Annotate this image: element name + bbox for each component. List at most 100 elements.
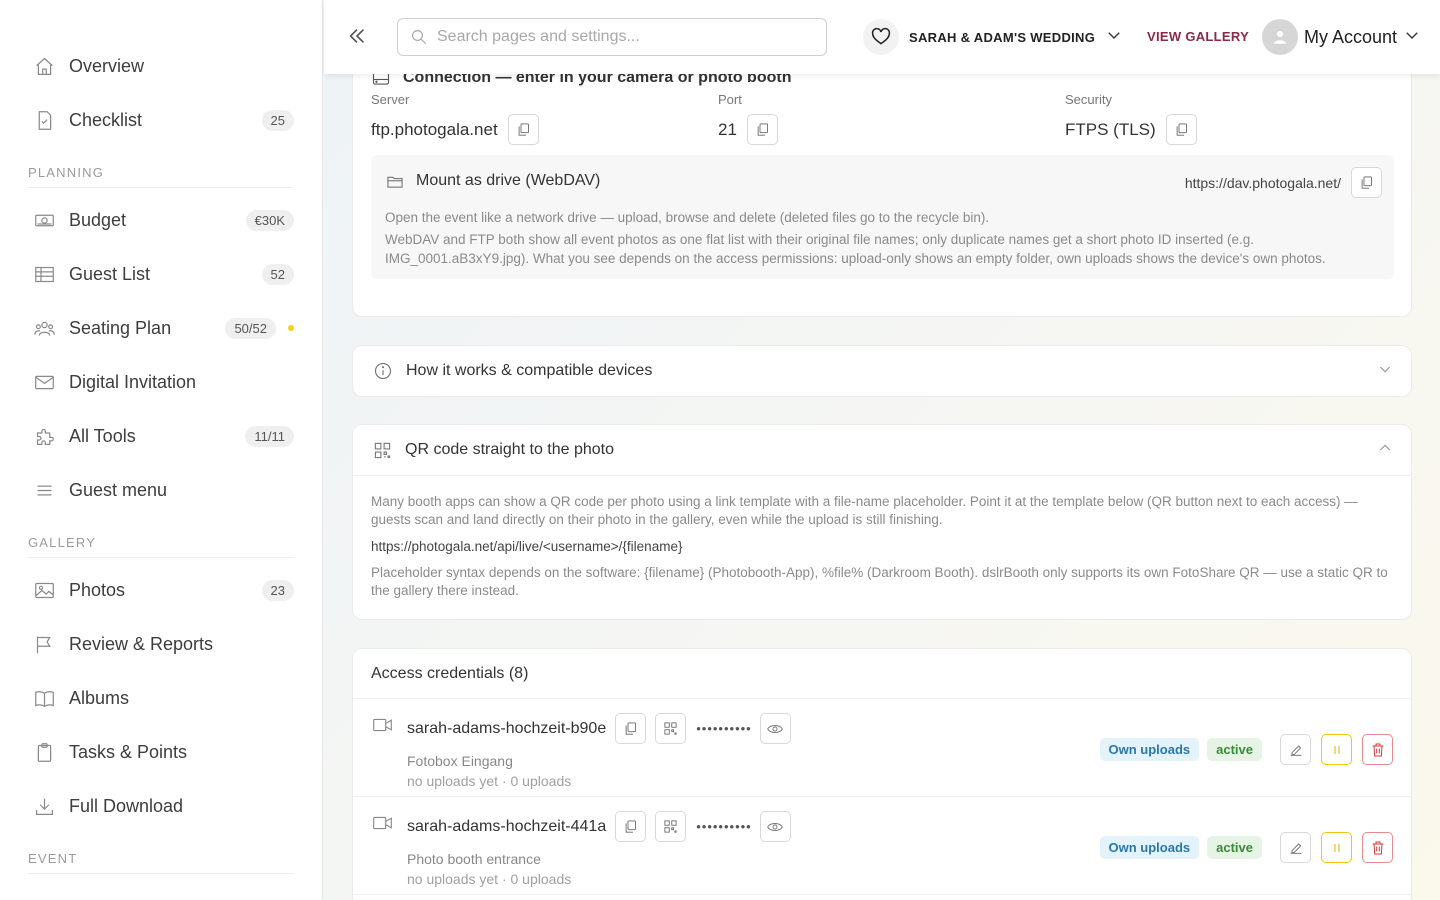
reveal-password-button[interactable] [759,811,791,842]
how-it-works-accordion[interactable]: How it works & compatible devices [352,345,1412,397]
table-icon [33,263,55,285]
credential-upload-meta: no uploads yet · 0 uploads [407,871,572,887]
copy-icon [518,123,529,136]
credential-row: sarah-adams-hochzeit-441a •••••••••• Pho… [353,797,1411,895]
search-box[interactable] [397,18,827,56]
security-value: FTPS (TLS) [1065,119,1156,139]
sidebar-item-guest-menu[interactable]: Guest menu [28,463,294,517]
pause-icon [1334,843,1339,852]
webdav-text-1: Open the event like a network drive — up… [385,210,990,225]
sidebar-item-guest-list[interactable]: Guest List 52 [28,247,294,301]
copy-security-button[interactable] [1165,114,1197,145]
mail-icon [33,371,55,393]
sidebar-item-review-reports[interactable]: Review & Reports [28,617,294,671]
count-badge: €30K [245,209,294,231]
chevron-down-icon [1377,361,1393,382]
credential-username: sarah-adams-hochzeit-b90e [407,719,607,737]
status-badge: active [1207,738,1262,761]
edit-button[interactable] [1280,832,1311,863]
menu-icon [33,479,55,501]
qr-link-template: https://photogala.net/api/live/<username… [371,539,683,554]
sidebar-item-label: Overview [69,55,145,76]
credential-username: sarah-adams-hochzeit-441a [407,817,607,835]
sidebar-item-tasks-points[interactable]: Tasks & Points [28,725,294,779]
sidebar: Overview Checklist 25 PLANNING Budget €3… [0,0,323,900]
sidebar-item-albums[interactable]: Albums [28,671,294,725]
server-value: ftp.photogala.net [371,119,498,139]
section-heading-gallery: GALLERY [28,527,294,558]
sidebar-item-checklist[interactable]: Checklist 25 [28,93,294,147]
copy-port-button[interactable] [746,114,778,145]
account-menu[interactable]: My Account [1262,18,1421,56]
avatar [1262,19,1298,55]
server-label: Server [371,92,410,107]
sidebar-item-label: Guest List [69,263,151,284]
search-input[interactable] [437,28,797,46]
delete-button[interactable] [1362,832,1393,863]
qr-accordion: QR code straight to the photo Many booth… [352,424,1412,620]
sidebar-item-label: Tasks & Points [69,741,188,762]
copy-username-button[interactable] [615,713,647,744]
count-badge: 52 [261,263,294,285]
sidebar-item-label: Digital Invitation [69,371,197,392]
webdav-title-text: Mount as drive (WebDAV) [416,172,601,189]
credentials-title: Access credentials (8) [353,649,1411,699]
pause-button[interactable] [1321,832,1352,863]
sidebar-item-photos[interactable]: Photos 23 [28,563,294,617]
trash-icon [1372,841,1383,854]
pause-button[interactable] [1321,734,1352,765]
puzzle-icon [33,425,55,447]
show-qr-button[interactable] [655,811,687,842]
sidebar-item-label: Review & Reports [69,633,214,654]
info-icon [374,362,392,380]
webdav-url: https://dav.photogala.net/ [1184,174,1341,191]
people-icon [33,317,55,339]
webdav-description: Open the event like a network drive — up… [385,208,1375,271]
sidebar-item-overview[interactable]: Overview [28,39,294,93]
qr-code-icon [374,442,391,458]
account-label: My Account [1304,26,1398,47]
scope-badge: Own uploads [1099,836,1200,859]
count-badge: 23 [261,579,294,601]
qr-accordion-header[interactable]: QR code straight to the photo [353,425,1411,476]
status-badge: active [1207,836,1262,859]
sidebar-item-label: Photos [69,579,126,600]
home-icon [33,55,55,77]
sidebar-item-all-tools[interactable]: All Tools 11/11 [28,409,294,463]
copy-icon [625,722,637,735]
flag-icon [33,633,55,655]
sidebar-item-label: Guest menu [69,479,168,500]
sidebar-item-digital-invitation[interactable]: Digital Invitation [28,355,294,409]
connection-title: Connection — enter in your camera or pho… [371,74,791,87]
sidebar-item-label: Budget [69,209,127,230]
view-gallery-link[interactable]: VIEW GALLERY [1147,29,1249,44]
sidebar-item-seating-plan[interactable]: Seating Plan 50/52 [28,301,294,355]
event-name: SARAH & ADAM'S WEDDING [909,29,1096,45]
top-bar: SARAH & ADAM'S WEDDING VIEW GALLERY My A… [324,0,1440,74]
sidebar-item-full-download[interactable]: Full Download [28,779,294,833]
edit-button[interactable] [1280,734,1311,765]
connection-card: Connection — enter in your camera or pho… [352,74,1412,317]
sidebar-item-budget[interactable]: Budget €30K [28,193,294,247]
delete-button[interactable] [1362,734,1393,765]
show-qr-button[interactable] [655,713,687,744]
qr-accordion-body: Many booth apps can show a QR code per p… [353,476,1411,600]
copy-server-button[interactable] [507,114,539,145]
event-selector[interactable]: SARAH & ADAM'S WEDDING [863,19,1123,55]
accordion-title: How it works & compatible devices [406,362,653,379]
count-badge: 11/11 [245,425,294,447]
edit-icon [1290,744,1301,756]
reveal-password-button[interactable] [759,713,791,744]
security-field: Security FTPS (TLS) [1065,92,1197,145]
count-badge: 25 [261,109,294,131]
double-chevron-left-icon [349,28,365,44]
copy-webdav-url-button[interactable] [1351,167,1382,198]
access-credentials-card: Access credentials (8) sarah-adams-hochz… [352,648,1412,900]
accordion-title: QR code straight to the photo [405,441,615,458]
copy-username-button[interactable] [615,811,647,842]
sidebar-item-label: Albums [69,687,130,708]
collapse-sidebar-button[interactable] [346,24,370,50]
image-icon [33,579,55,601]
password-mask: •••••••••• [696,819,752,834]
book-icon [33,687,55,709]
